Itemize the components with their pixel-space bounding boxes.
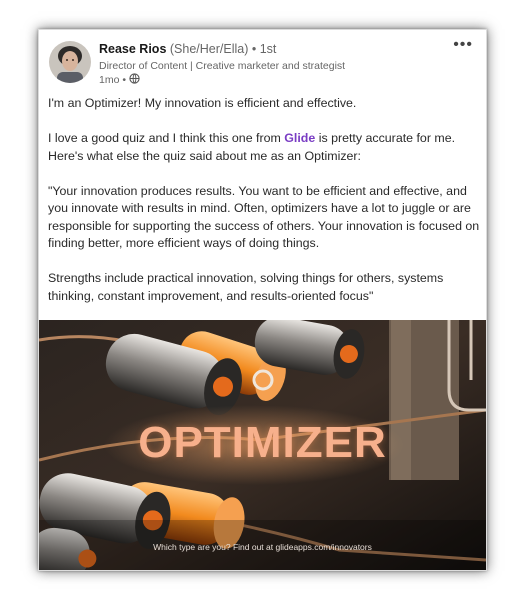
connection-degree: • 1st: [251, 42, 277, 56]
post-meta: 1mo •: [99, 73, 140, 87]
post-paragraph: I love a good quiz and I think this one …: [48, 130, 480, 165]
post-body: I'm an Optimizer! My innovation is effic…: [48, 95, 480, 323]
paragraph-text: I love a good quiz and I think this one …: [48, 131, 285, 145]
image-title: OPTIMIZER: [138, 418, 387, 467]
post-image[interactable]: OPTIMIZER Which type are you? Find out a…: [39, 320, 486, 570]
image-caption: Which type are you? Find out at glideapp…: [153, 542, 372, 552]
author-line: Rease Rios (She/Her/Ella) • 1st: [99, 42, 276, 56]
globe-icon: [129, 73, 140, 87]
author-headline: Director of Content | Creative marketer …: [99, 60, 346, 72]
author-name[interactable]: Rease Rios: [99, 42, 166, 56]
post-paragraph: "Your innovation produces results. You w…: [48, 183, 480, 251]
more-horizontal-icon[interactable]: •••: [453, 36, 473, 54]
post-paragraph: Strengths include practical innovation, …: [48, 271, 444, 303]
post-timestamp[interactable]: 1mo •: [99, 74, 126, 86]
post-paragraph: I'm an Optimizer! My innovation is effic…: [48, 96, 357, 110]
avatar[interactable]: [49, 41, 91, 83]
post-card: Rease Rios (She/Her/Ella) • 1st Director…: [38, 29, 487, 571]
author-pronouns: (She/Her/Ella): [169, 42, 249, 56]
glide-link[interactable]: Glide: [284, 131, 315, 145]
